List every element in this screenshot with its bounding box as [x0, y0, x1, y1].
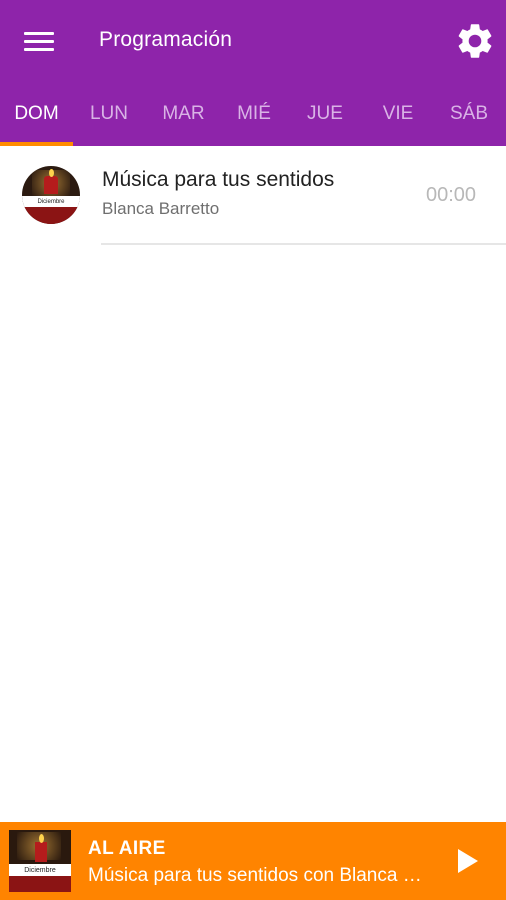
- tab-lun[interactable]: LUN: [73, 82, 145, 146]
- program-host: Blanca Barretto: [102, 199, 220, 218]
- schedule-list-item[interactable]: Diciembre Música para tus sentidos Blanc…: [0, 146, 506, 246]
- now-playing-bar[interactable]: Diciembre AL AIRE Música para tus sentid…: [0, 822, 506, 900]
- tab-mar[interactable]: MAR: [145, 82, 222, 146]
- thumbnail-caption: Diciembre: [9, 864, 71, 876]
- list-divider: [101, 243, 506, 245]
- menu-icon-line: [24, 32, 54, 35]
- now-playing-thumbnail: Diciembre: [9, 830, 71, 892]
- app-bar: Programación: [0, 0, 506, 82]
- thumbnail-bottom: [22, 207, 80, 224]
- now-playing-text: Música para tus sentidos con Blanca Barr…: [88, 865, 428, 886]
- day-tabs: DOM LUN MAR MIÉ JUE VIE SÁB: [0, 82, 506, 146]
- program-time: 00:00: [426, 184, 477, 206]
- settings-button[interactable]: [454, 20, 496, 62]
- tab-vie[interactable]: VIE: [364, 82, 432, 146]
- thumbnail-caption: Diciembre: [22, 196, 80, 207]
- candle-flame: [39, 834, 44, 843]
- page-title: Programación: [99, 28, 233, 51]
- program-thumbnail: Diciembre: [22, 166, 80, 224]
- tab-jue[interactable]: JUE: [286, 82, 364, 146]
- tab-dom[interactable]: DOM: [0, 82, 73, 146]
- play-button[interactable]: [452, 846, 482, 876]
- play-icon: [458, 849, 478, 873]
- menu-icon-line: [24, 40, 54, 43]
- menu-icon-line: [24, 48, 54, 51]
- candle-image: [44, 176, 58, 194]
- candle-flame: [49, 169, 54, 177]
- program-title: Música para tus sentidos: [102, 168, 335, 191]
- on-air-label: AL AIRE: [88, 838, 166, 859]
- menu-button[interactable]: [22, 28, 58, 56]
- gear-icon: [458, 24, 492, 58]
- tab-sab[interactable]: SÁB: [432, 82, 506, 146]
- candle-image: [35, 842, 47, 862]
- thumbnail-bottom: [9, 876, 71, 892]
- tab-mie[interactable]: MIÉ: [222, 82, 286, 146]
